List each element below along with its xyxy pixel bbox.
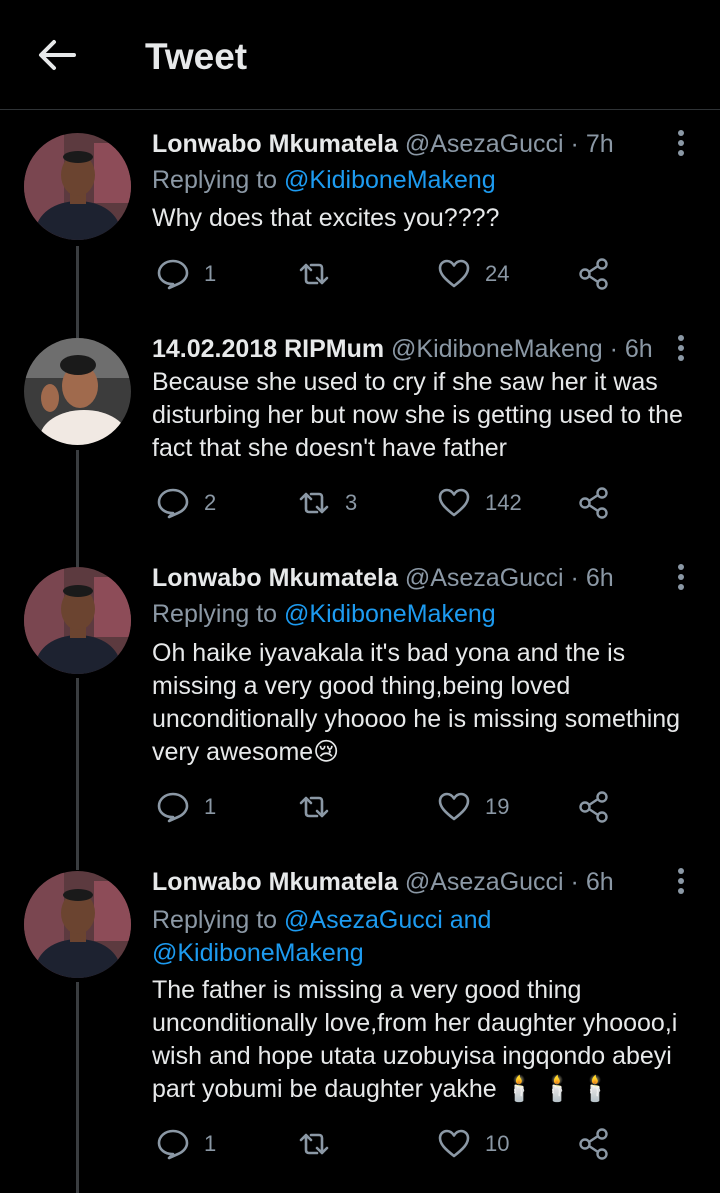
heart-icon bbox=[438, 1129, 470, 1158]
share-button[interactable] bbox=[577, 787, 611, 827]
replying-prefix: Replying to bbox=[152, 600, 278, 628]
display-name[interactable]: Lonwabo Mkumatela bbox=[152, 564, 398, 592]
like-button[interactable]: 24 bbox=[437, 254, 509, 294]
share-icon bbox=[579, 487, 608, 519]
timestamp[interactable]: 7h bbox=[586, 130, 614, 158]
reply-icon bbox=[157, 488, 189, 519]
display-name[interactable]: 14.02.2018 RIPMum bbox=[152, 335, 384, 363]
avatar[interactable] bbox=[24, 567, 131, 674]
reply-button[interactable]: 2 bbox=[156, 483, 216, 523]
user-handle[interactable]: @AsezaGucci bbox=[405, 564, 564, 592]
replying-to: Replying to @KidiboneMakeng bbox=[152, 600, 496, 629]
back-arrow-icon[interactable] bbox=[34, 32, 80, 78]
retweet-icon bbox=[299, 1133, 329, 1155]
thread-connector bbox=[76, 450, 79, 568]
retweet-icon bbox=[299, 492, 329, 514]
tweet-text: Oh haike iyavakala it's bad yona and the… bbox=[152, 639, 681, 766]
mention-link[interactable]: @KidiboneMakeng bbox=[284, 600, 496, 628]
top-bar: Tweet bbox=[0, 0, 720, 110]
thread-connector bbox=[76, 982, 79, 1193]
retweet-button[interactable] bbox=[297, 1124, 345, 1164]
share-button[interactable] bbox=[577, 483, 611, 523]
like-count: 10 bbox=[485, 1131, 510, 1156]
reply-icon bbox=[157, 259, 189, 290]
tweet-header: 14.02.2018 RIPMum @KidiboneMakeng · 6h bbox=[152, 335, 653, 364]
avatar[interactable] bbox=[24, 133, 131, 240]
reply-button[interactable]: 1 bbox=[156, 1124, 216, 1164]
heart-icon bbox=[438, 259, 470, 288]
display-name[interactable]: Lonwabo Mkumatela bbox=[152, 130, 398, 158]
mention-link[interactable]: @KidiboneMakeng bbox=[284, 166, 496, 194]
more-options-icon[interactable] bbox=[672, 866, 690, 898]
display-name[interactable]: Lonwabo Mkumatela bbox=[152, 868, 398, 896]
tweet-text: The father is missing a very good thing … bbox=[152, 976, 678, 1103]
separator-dot: · bbox=[570, 564, 579, 592]
tweet-header: Lonwabo Mkumatela @AsezaGucci · 6h bbox=[152, 564, 614, 593]
retweet-button[interactable] bbox=[297, 254, 345, 294]
retweet-button[interactable] bbox=[297, 787, 345, 827]
timestamp[interactable]: 6h bbox=[625, 335, 653, 363]
thread-connector bbox=[76, 678, 79, 870]
timestamp[interactable]: 6h bbox=[586, 564, 614, 592]
reply-button[interactable]: 1 bbox=[156, 787, 216, 827]
retweet-button[interactable]: 3 bbox=[297, 483, 357, 523]
tweet-header: Lonwabo Mkumatela @AsezaGucci · 7h bbox=[152, 130, 614, 159]
like-count: 142 bbox=[485, 490, 522, 515]
avatar[interactable] bbox=[24, 871, 131, 978]
reply-count: 1 bbox=[204, 261, 217, 286]
avatar[interactable] bbox=[24, 338, 131, 445]
heart-icon bbox=[438, 488, 470, 517]
reply-count: 2 bbox=[204, 490, 217, 515]
separator-dot: · bbox=[570, 130, 579, 158]
tweet-text: Because she used to cry if she saw her i… bbox=[152, 368, 683, 462]
retweet-count: 3 bbox=[345, 490, 358, 515]
timestamp[interactable]: 6h bbox=[586, 868, 614, 896]
like-button[interactable]: 142 bbox=[437, 483, 522, 523]
tweet-text: Why does that excites you???? bbox=[152, 204, 500, 232]
retweet-icon bbox=[299, 796, 329, 818]
reply-button[interactable]: 1 bbox=[156, 254, 216, 294]
share-icon bbox=[579, 791, 608, 823]
more-options-icon[interactable] bbox=[672, 128, 690, 160]
reply-count: 1 bbox=[204, 1131, 217, 1156]
page-title: Tweet bbox=[145, 36, 248, 77]
like-count: 24 bbox=[485, 261, 510, 286]
replying-to: Replying to @KidiboneMakeng bbox=[152, 166, 496, 195]
tweet-header: Lonwabo Mkumatela @AsezaGucci · 6h bbox=[152, 868, 614, 897]
share-icon bbox=[579, 1128, 608, 1160]
separator-dot: · bbox=[570, 868, 579, 896]
tweet-actions: 1 19 bbox=[152, 787, 672, 827]
tweet-actions: 1 10 bbox=[152, 1124, 672, 1164]
user-handle[interactable]: @KidiboneMakeng bbox=[391, 335, 603, 363]
share-button[interactable] bbox=[577, 1124, 611, 1164]
retweet-icon bbox=[299, 263, 329, 285]
share-button[interactable] bbox=[577, 254, 611, 294]
thread-connector bbox=[76, 246, 79, 338]
more-options-icon[interactable] bbox=[672, 333, 690, 365]
user-handle[interactable]: @AsezaGucci bbox=[405, 130, 564, 158]
like-button[interactable]: 19 bbox=[437, 787, 509, 827]
replying-to: Replying to @AsezaGucci and @KidiboneMak… bbox=[152, 904, 512, 970]
replying-prefix: Replying to bbox=[152, 166, 278, 194]
tweet-actions: 2 3 142 bbox=[152, 483, 672, 523]
user-handle[interactable]: @AsezaGucci bbox=[405, 868, 564, 896]
reply-icon bbox=[157, 792, 189, 823]
more-options-icon[interactable] bbox=[672, 562, 690, 594]
share-icon bbox=[579, 258, 608, 290]
reply-icon bbox=[157, 1129, 189, 1160]
like-count: 19 bbox=[485, 794, 510, 819]
like-button[interactable]: 10 bbox=[437, 1124, 509, 1164]
tweet-actions: 1 24 bbox=[152, 254, 672, 294]
heart-icon bbox=[438, 792, 470, 821]
replying-prefix: Replying to bbox=[152, 906, 278, 934]
separator-dot: · bbox=[609, 335, 618, 363]
reply-count: 1 bbox=[204, 794, 217, 819]
